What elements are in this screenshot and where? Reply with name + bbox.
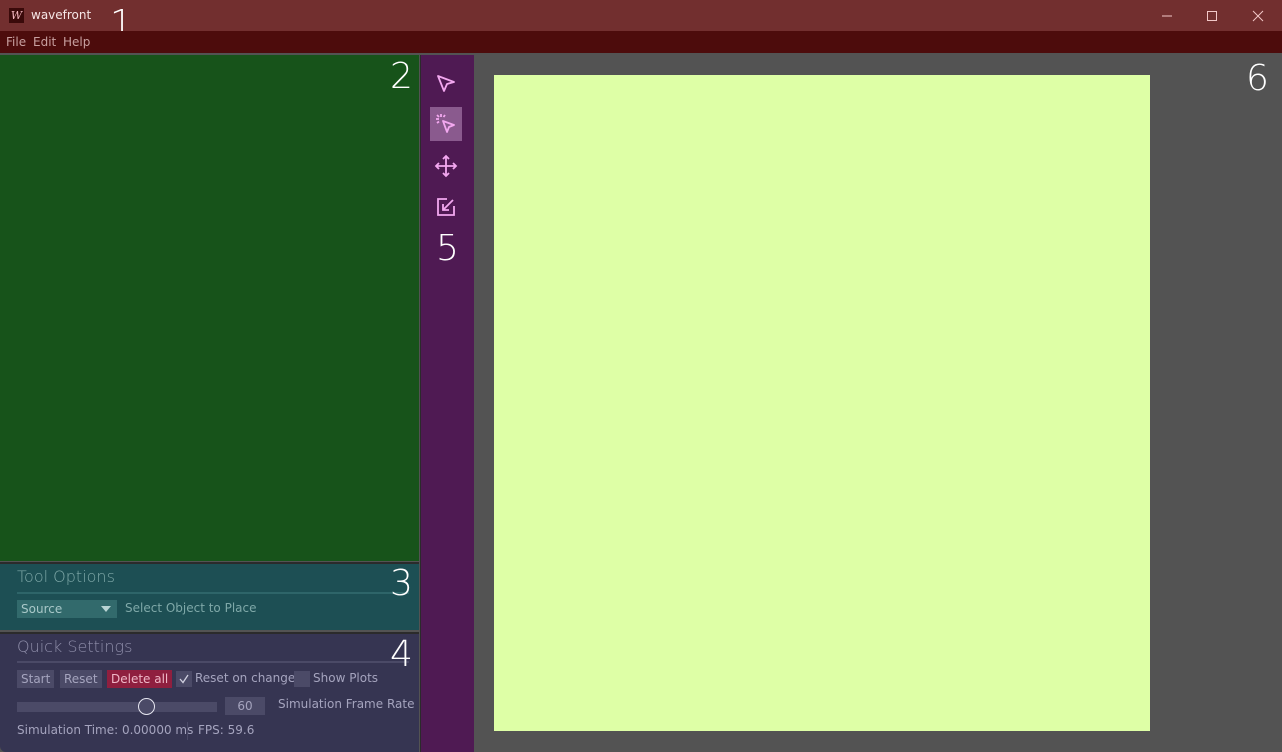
reset-on-change-checkbox[interactable] [176, 671, 192, 687]
menu-file[interactable]: File [6, 35, 26, 49]
select-tool-button[interactable] [430, 66, 462, 100]
simulation-time-readout: Simulation Time: 0.00000 ms [17, 723, 194, 737]
chevron-down-icon [101, 606, 111, 612]
checkmark-icon [179, 674, 189, 684]
quick-settings-divider [17, 661, 409, 663]
title-bar: W wavefront 1 [0, 0, 1282, 42]
tool-bar: 5 [420, 55, 474, 752]
reset-on-change-label: Reset on change [195, 671, 296, 685]
cursor-arrow-icon [437, 75, 455, 92]
object-type-value: Source [21, 602, 63, 616]
frame-rate-label: Simulation Frame Rate [278, 697, 415, 711]
close-icon [1252, 10, 1264, 21]
delete-all-button[interactable]: Delete all [107, 670, 173, 688]
frame-rate-input[interactable]: 60 [225, 697, 265, 715]
annotation-label-3: 3 [390, 563, 413, 604]
move-tool-button[interactable] [430, 149, 462, 183]
menu-bar: File Edit Help [0, 31, 1282, 53]
menu-edit[interactable]: Edit [33, 35, 56, 49]
close-button[interactable] [1235, 0, 1281, 31]
status-separator [187, 722, 188, 740]
tool-options-divider [17, 592, 409, 594]
minimize-button[interactable] [1144, 0, 1190, 31]
canvas-viewport: 6 [474, 55, 1282, 752]
fps-readout: FPS: 59.6 [198, 723, 255, 737]
show-plots-label: Show Plots [313, 671, 379, 685]
menu-help[interactable]: Help [63, 35, 90, 49]
start-button[interactable]: Start [17, 670, 55, 688]
frame-rate-slider-handle[interactable] [138, 698, 155, 715]
scene-panel: 2 [0, 55, 419, 561]
app-logo-icon: W [9, 8, 24, 23]
simulation-canvas[interactable] [494, 75, 1150, 731]
show-plots-checkbox[interactable] [294, 671, 310, 687]
window-title: wavefront [31, 8, 92, 22]
resize-tool-button[interactable] [430, 190, 462, 224]
external-link-icon [437, 198, 455, 216]
annotation-label-4: 4 [390, 634, 413, 675]
tool-options-hint: Select Object to Place [125, 601, 257, 615]
minimize-icon [1162, 15, 1172, 16]
quick-settings-title: Quick Settings [17, 637, 133, 656]
frame-rate-slider[interactable] [17, 702, 217, 712]
tool-options-panel: Tool Options Source Select Object to Pla… [0, 562, 419, 630]
quick-settings-panel: Quick Settings 4 Start Reset Delete all … [0, 632, 419, 752]
annotation-label-5: 5 [436, 228, 459, 269]
place-tool-button[interactable] [430, 107, 462, 141]
maximize-button[interactable] [1189, 0, 1235, 31]
move-arrows-icon [434, 154, 458, 178]
annotation-label-6: 6 [1246, 58, 1269, 99]
cursor-click-icon [436, 114, 455, 133]
tool-options-title: Tool Options [17, 567, 115, 586]
annotation-label-2: 2 [390, 56, 413, 97]
object-type-dropdown[interactable]: Source [17, 600, 117, 618]
reset-button[interactable]: Reset [60, 670, 102, 688]
maximize-icon [1207, 10, 1217, 21]
